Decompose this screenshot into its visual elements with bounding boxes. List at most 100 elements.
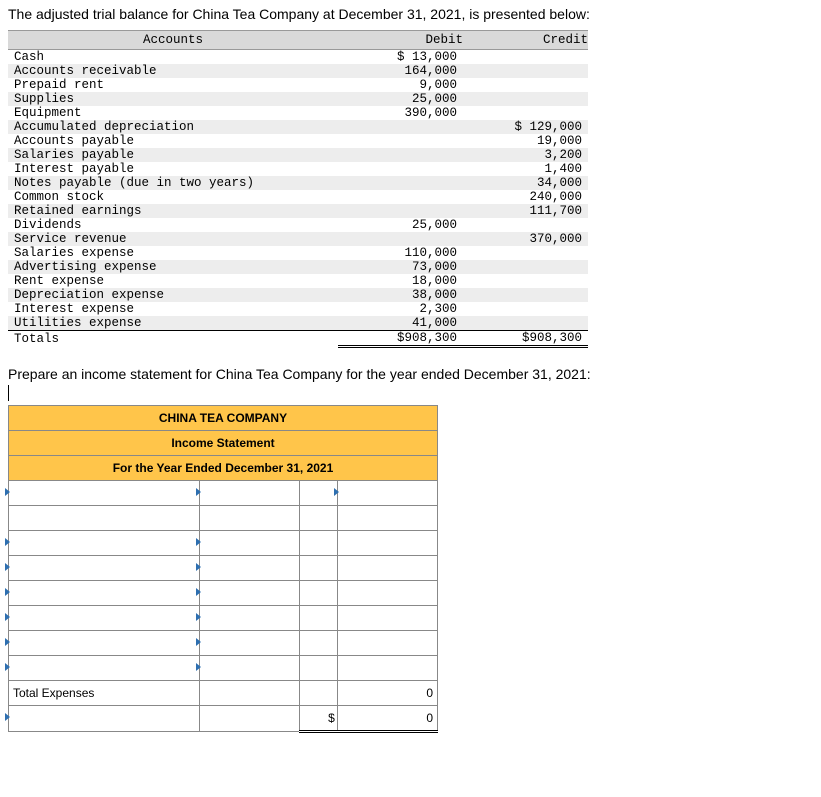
- ws-cell: [300, 505, 337, 530]
- tb-debit: [338, 232, 463, 246]
- tb-account: Equipment: [8, 106, 338, 120]
- tb-debit: [338, 134, 463, 148]
- ws-cell: [9, 505, 200, 530]
- tb-credit: [463, 316, 588, 331]
- tb-credit: 240,000: [463, 190, 588, 204]
- tb-account: Service revenue: [8, 232, 338, 246]
- tb-debit: 110,000: [338, 246, 463, 260]
- ws-cell: [200, 680, 300, 705]
- tb-account: Dividends: [8, 218, 338, 232]
- ws-input[interactable]: [9, 605, 200, 630]
- tb-credit: [463, 288, 588, 302]
- ws-cell: [300, 630, 337, 655]
- tb-account: Cash: [8, 50, 338, 65]
- tb-account: Salaries expense: [8, 246, 338, 260]
- tb-credit: [463, 78, 588, 92]
- tb-debit: 18,000: [338, 274, 463, 288]
- tb-account: Notes payable (due in two years): [8, 176, 338, 190]
- ws-cell: [337, 655, 437, 680]
- tb-account: Accounts payable: [8, 134, 338, 148]
- ws-cell: [300, 555, 337, 580]
- tb-account: Rent expense: [8, 274, 338, 288]
- ws-net-value: 0: [337, 705, 437, 731]
- tb-debit: 41,000: [338, 316, 463, 331]
- tb-account: Interest expense: [8, 302, 338, 316]
- tb-totals-debit: $908,300: [338, 331, 463, 347]
- tb-credit: [463, 302, 588, 316]
- ws-cell: [337, 555, 437, 580]
- ws-cell: [337, 580, 437, 605]
- ws-header-period: For the Year Ended December 31, 2021: [9, 455, 438, 480]
- ws-input[interactable]: [9, 555, 200, 580]
- ws-input[interactable]: [200, 655, 300, 680]
- ws-cell: [300, 530, 337, 555]
- tb-debit: 2,300: [338, 302, 463, 316]
- tb-account: Depreciation expense: [8, 288, 338, 302]
- tb-debit: 390,000: [338, 106, 463, 120]
- tb-credit: 370,000: [463, 232, 588, 246]
- ws-input[interactable]: [200, 480, 300, 505]
- tb-debit: [338, 190, 463, 204]
- tb-debit: [338, 148, 463, 162]
- tb-credit: 34,000: [463, 176, 588, 190]
- ws-input[interactable]: [337, 480, 437, 505]
- tb-account: Common stock: [8, 190, 338, 204]
- tb-debit: 38,000: [338, 288, 463, 302]
- ws-cell: [300, 655, 337, 680]
- ws-header-title: Income Statement: [9, 430, 438, 455]
- ws-input[interactable]: [9, 705, 200, 731]
- ws-cell: [200, 505, 300, 530]
- tb-credit: 111,700: [463, 204, 588, 218]
- tb-debit: 73,000: [338, 260, 463, 274]
- prepare-text: Prepare an income statement for China Te…: [8, 366, 813, 382]
- tb-debit: [338, 120, 463, 134]
- tb-debit: 25,000: [338, 92, 463, 106]
- tb-credit: [463, 64, 588, 78]
- ws-cell: [300, 580, 337, 605]
- tb-account: Advertising expense: [8, 260, 338, 274]
- tb-debit: [338, 176, 463, 190]
- tb-account: Supplies: [8, 92, 338, 106]
- th-debit: Debit: [338, 31, 463, 50]
- tb-account: Retained earnings: [8, 204, 338, 218]
- tb-debit: 164,000: [338, 64, 463, 78]
- ws-cell: [300, 480, 337, 505]
- ws-header-company: CHINA TEA COMPANY: [9, 405, 438, 430]
- ws-cell: [337, 605, 437, 630]
- tb-totals-credit: $908,300: [463, 331, 588, 347]
- tb-debit: 25,000: [338, 218, 463, 232]
- ws-input[interactable]: [200, 555, 300, 580]
- th-accounts: Accounts: [8, 31, 338, 50]
- tb-credit: 3,200: [463, 148, 588, 162]
- ws-cell: [200, 705, 300, 731]
- tb-debit: [338, 204, 463, 218]
- ws-input[interactable]: [9, 630, 200, 655]
- tb-credit: 19,000: [463, 134, 588, 148]
- ws-input[interactable]: [9, 530, 200, 555]
- ws-input[interactable]: [200, 580, 300, 605]
- tb-totals-label: Totals: [8, 331, 338, 347]
- ws-input[interactable]: [9, 655, 200, 680]
- ws-input[interactable]: [9, 480, 200, 505]
- ws-cell: [300, 680, 337, 705]
- tb-credit: [463, 260, 588, 274]
- ws-input[interactable]: [200, 630, 300, 655]
- ws-input[interactable]: [200, 530, 300, 555]
- tb-credit: [463, 92, 588, 106]
- text-cursor: [8, 385, 9, 401]
- tb-credit: [463, 274, 588, 288]
- tb-credit: [463, 106, 588, 120]
- ws-input[interactable]: [200, 605, 300, 630]
- ws-input[interactable]: [9, 580, 200, 605]
- ws-cell: [337, 630, 437, 655]
- income-statement-worksheet[interactable]: CHINA TEA COMPANY Income Statement For t…: [8, 405, 438, 733]
- tb-account: Prepaid rent: [8, 78, 338, 92]
- tb-credit: [463, 50, 588, 65]
- ws-cell: [300, 605, 337, 630]
- ws-cell: [337, 505, 437, 530]
- tb-account: Salaries payable: [8, 148, 338, 162]
- tb-debit: [338, 162, 463, 176]
- tb-credit: $ 129,000: [463, 120, 588, 134]
- tb-account: Interest payable: [8, 162, 338, 176]
- ws-total-expenses-value: 0: [337, 680, 437, 705]
